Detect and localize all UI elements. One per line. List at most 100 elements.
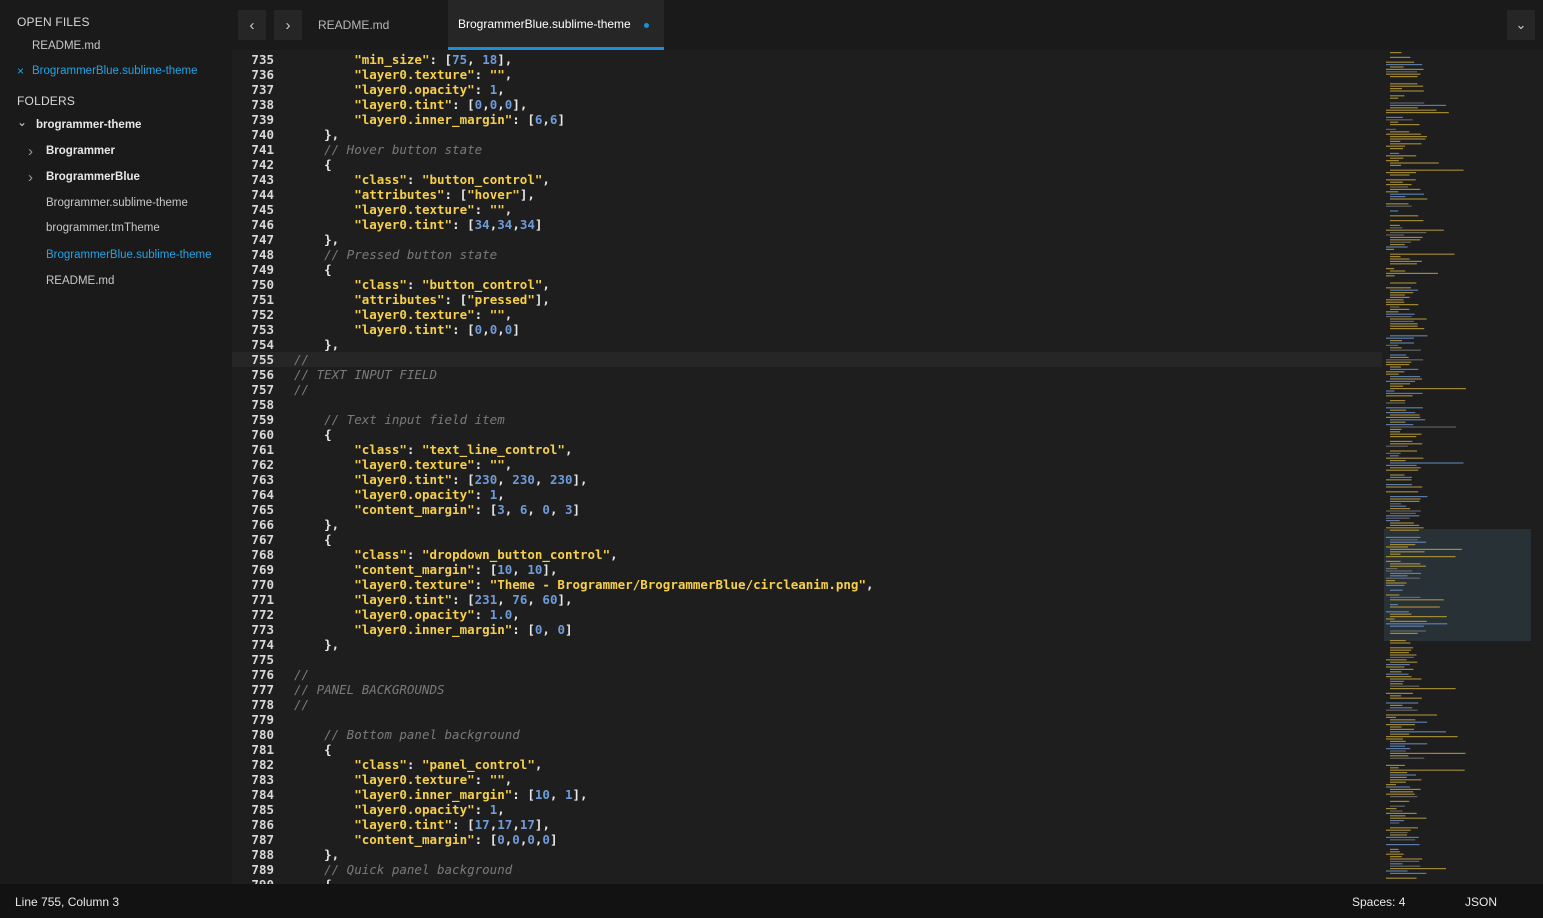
code-line[interactable]: 748 // Pressed button state bbox=[232, 247, 1382, 262]
code-line[interactable]: 769 "content_margin": [10, 10], bbox=[232, 562, 1382, 577]
code-line[interactable]: 778 // bbox=[232, 697, 1382, 712]
code-line[interactable]: 766 }, bbox=[232, 517, 1382, 532]
code-line[interactable]: 750 "class": "button_control", bbox=[232, 277, 1382, 292]
code-line[interactable]: 768 "class": "dropdown_button_control", bbox=[232, 547, 1382, 562]
minimap-line bbox=[1390, 196, 1406, 198]
code-line[interactable]: 737 "layer0.opacity": 1, bbox=[232, 82, 1382, 97]
line-text: }, bbox=[324, 847, 340, 862]
back-button[interactable]: ‹ bbox=[238, 10, 266, 40]
code-line[interactable]: 786 "layer0.tint": [17,17,17], bbox=[232, 817, 1382, 832]
code-line[interactable]: 736 "layer0.texture": "", bbox=[232, 67, 1382, 82]
code-line[interactable]: 789 // Quick panel background bbox=[232, 862, 1382, 877]
code-line[interactable]: 756 // TEXT INPUT FIELD bbox=[232, 367, 1382, 382]
forward-button[interactable]: › bbox=[274, 10, 302, 40]
code-line[interactable]: 740 }, bbox=[232, 127, 1382, 142]
chevron-down-icon[interactable]: ⌄ bbox=[17, 115, 27, 129]
code-line[interactable]: 758 bbox=[232, 397, 1382, 412]
code-line[interactable]: 767 { bbox=[232, 532, 1382, 547]
code-line[interactable]: 783 "layer0.texture": "", bbox=[232, 772, 1382, 787]
code-line[interactable]: 788 }, bbox=[232, 847, 1382, 862]
chevron-right-icon[interactable]: › bbox=[28, 169, 33, 186]
code-line[interactable]: 762 "layer0.texture": "", bbox=[232, 457, 1382, 472]
code-line[interactable]: 764 "layer0.opacity": 1, bbox=[232, 487, 1382, 502]
code-line[interactable]: 773 "layer0.inner_margin": [0, 0] bbox=[232, 622, 1382, 637]
code-line[interactable]: 761 "class": "text_line_control", bbox=[232, 442, 1382, 457]
file-brogrammerblue-sublime-theme[interactable]: BrogrammerBlue.sublime-theme bbox=[46, 249, 212, 261]
code-line[interactable]: 754 }, bbox=[232, 337, 1382, 352]
chevron-right-icon[interactable]: › bbox=[28, 143, 33, 160]
code-line[interactable]: 743 "class": "button_control", bbox=[232, 172, 1382, 187]
minimap-line bbox=[1386, 546, 1409, 548]
code-line[interactable]: 749 { bbox=[232, 262, 1382, 277]
folder-brogrammer[interactable]: Brogrammer bbox=[46, 145, 115, 157]
code-area[interactable]: 735 "min_size": [75, 18], 736 "layer0.tex… bbox=[232, 52, 1382, 884]
code-line[interactable]: 784 "layer0.inner_margin": [10, 1], bbox=[232, 787, 1382, 802]
code-line[interactable]: 763 "layer0.tint": [230, 230, 230], bbox=[232, 472, 1382, 487]
folder-root[interactable]: brogrammer-theme bbox=[36, 119, 141, 131]
line-text: { bbox=[294, 877, 332, 884]
code-line[interactable]: 770 "layer0.texture": "Theme - Brogramme… bbox=[232, 577, 1382, 592]
tab-readme[interactable]: README.md bbox=[304, 0, 448, 50]
minimap-line bbox=[1390, 368, 1419, 370]
file-readme[interactable]: README.md bbox=[46, 275, 114, 287]
code-line[interactable]: 742 { bbox=[232, 157, 1382, 172]
tab-brogrammerblue-theme[interactable]: BrogrammerBlue.sublime-theme bbox=[448, 0, 664, 50]
minimap-line bbox=[1390, 52, 1402, 54]
open-file-readme[interactable]: README.md bbox=[32, 40, 100, 52]
syntax-mode[interactable]: JSON bbox=[1465, 895, 1497, 909]
code-line[interactable]: 755 // bbox=[232, 352, 1382, 367]
code-line[interactable]: 757 // bbox=[232, 382, 1382, 397]
code-line[interactable]: 745 "layer0.texture": "", bbox=[232, 202, 1382, 217]
line-number: 780 bbox=[251, 727, 274, 742]
line-text: // Text input field item bbox=[324, 412, 505, 427]
code-line[interactable]: 780 // Bottom panel background bbox=[232, 727, 1382, 742]
code-line[interactable]: 777 // PANEL BACKGROUNDS bbox=[232, 682, 1382, 697]
line-number: 748 bbox=[251, 247, 274, 262]
file-brogrammer-tmtheme[interactable]: brogrammer.tmTheme bbox=[46, 222, 160, 234]
code-line[interactable]: 790 { bbox=[232, 877, 1382, 884]
minimap-line bbox=[1386, 268, 1395, 270]
code-line[interactable]: 760 { bbox=[232, 427, 1382, 442]
code-line[interactable]: 765 "content_margin": [3, 6, 0, 3] bbox=[232, 502, 1382, 517]
code-line[interactable]: 785 "layer0.opacity": 1, bbox=[232, 802, 1382, 817]
folders-header: FOLDERS bbox=[17, 94, 76, 108]
code-line[interactable]: 759 // Text input field item bbox=[232, 412, 1382, 427]
close-icon[interactable]: × bbox=[17, 64, 24, 78]
code-line[interactable]: 751 "attributes": ["pressed"], bbox=[232, 292, 1382, 307]
open-file-brogrammerblue-theme[interactable]: BrogrammerBlue.sublime-theme bbox=[32, 65, 198, 77]
code-line[interactable]: 738 "layer0.tint": [0,0,0], bbox=[232, 97, 1382, 112]
code-line[interactable]: 782 "class": "panel_control", bbox=[232, 757, 1382, 772]
line-number: 735 bbox=[251, 52, 274, 67]
chevron-down-icon: ⌄ bbox=[1515, 17, 1527, 32]
minimap-line bbox=[1386, 316, 1412, 318]
minimap-line bbox=[1386, 119, 1413, 121]
code-line[interactable]: 744 "attributes": ["hover"], bbox=[232, 187, 1382, 202]
code-line[interactable]: 752 "layer0.texture": "", bbox=[232, 307, 1382, 322]
vertical-scrollbar[interactable] bbox=[1531, 50, 1543, 884]
status-bar: Line 755, Column 3 Spaces: 4 JSON bbox=[0, 884, 1543, 918]
file-brogrammer-sublime-theme[interactable]: Brogrammer.sublime-theme bbox=[46, 197, 188, 209]
code-line[interactable]: 779 bbox=[232, 712, 1382, 727]
code-line[interactable]: 781 { bbox=[232, 742, 1382, 757]
code-line[interactable]: 739 "layer0.inner_margin": [6,6] bbox=[232, 112, 1382, 127]
code-line[interactable]: 775 bbox=[232, 652, 1382, 667]
indentation-setting[interactable]: Spaces: 4 bbox=[1352, 895, 1405, 909]
minimap-line bbox=[1390, 572, 1422, 574]
code-line[interactable]: 787 "content_margin": [0,0,0,0] bbox=[232, 832, 1382, 847]
code-line[interactable]: 735 "min_size": [75, 18], bbox=[232, 52, 1382, 67]
tab-dropdown-button[interactable]: ⌄ bbox=[1507, 10, 1535, 40]
folder-brogrammerblue[interactable]: BrogrammerBlue bbox=[46, 171, 140, 183]
minimap-line bbox=[1390, 589, 1403, 591]
code-line[interactable]: 772 "layer0.opacity": 1.0, bbox=[232, 607, 1382, 622]
code-line[interactable]: 776 // bbox=[232, 667, 1382, 682]
code-line[interactable]: 741 // Hover button state bbox=[232, 142, 1382, 157]
minimap[interactable] bbox=[1384, 50, 1524, 884]
code-editor[interactable]: 735 "min_size": [75, 18], 736 "layer0.tex… bbox=[232, 50, 1543, 884]
code-line[interactable]: 746 "layer0.tint": [34,34,34] bbox=[232, 217, 1382, 232]
minimap-line bbox=[1386, 287, 1411, 289]
code-line[interactable]: 753 "layer0.tint": [0,0,0] bbox=[232, 322, 1382, 337]
code-line[interactable]: 771 "layer0.tint": [231, 76, 60], bbox=[232, 592, 1382, 607]
minimap-line bbox=[1390, 239, 1421, 241]
code-line[interactable]: 747 }, bbox=[232, 232, 1382, 247]
code-line[interactable]: 774 }, bbox=[232, 637, 1382, 652]
